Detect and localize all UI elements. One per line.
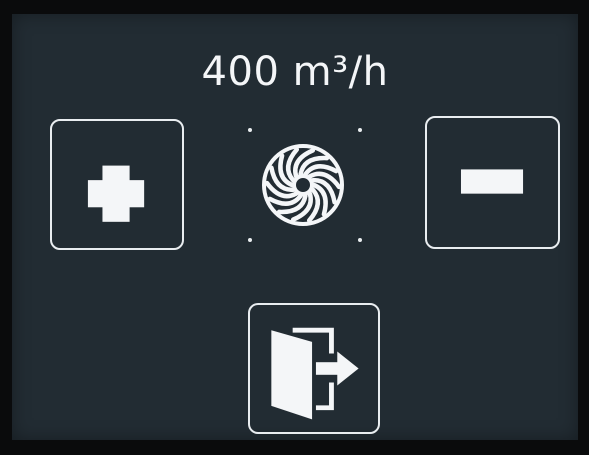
flow-rate-readout: 400 m³/h xyxy=(201,49,389,95)
exit-door-icon xyxy=(271,327,359,420)
increase-button[interactable] xyxy=(50,119,184,250)
fan-icon xyxy=(248,128,362,242)
control-screen: 400 m³/h xyxy=(12,14,578,440)
fan-status-indicator xyxy=(242,122,364,244)
device-bezel: 400 m³/h xyxy=(0,0,589,455)
plus-icon xyxy=(87,165,145,222)
minus-icon xyxy=(460,169,524,194)
decrease-button[interactable] xyxy=(425,116,560,249)
exit-button[interactable] xyxy=(248,303,380,434)
